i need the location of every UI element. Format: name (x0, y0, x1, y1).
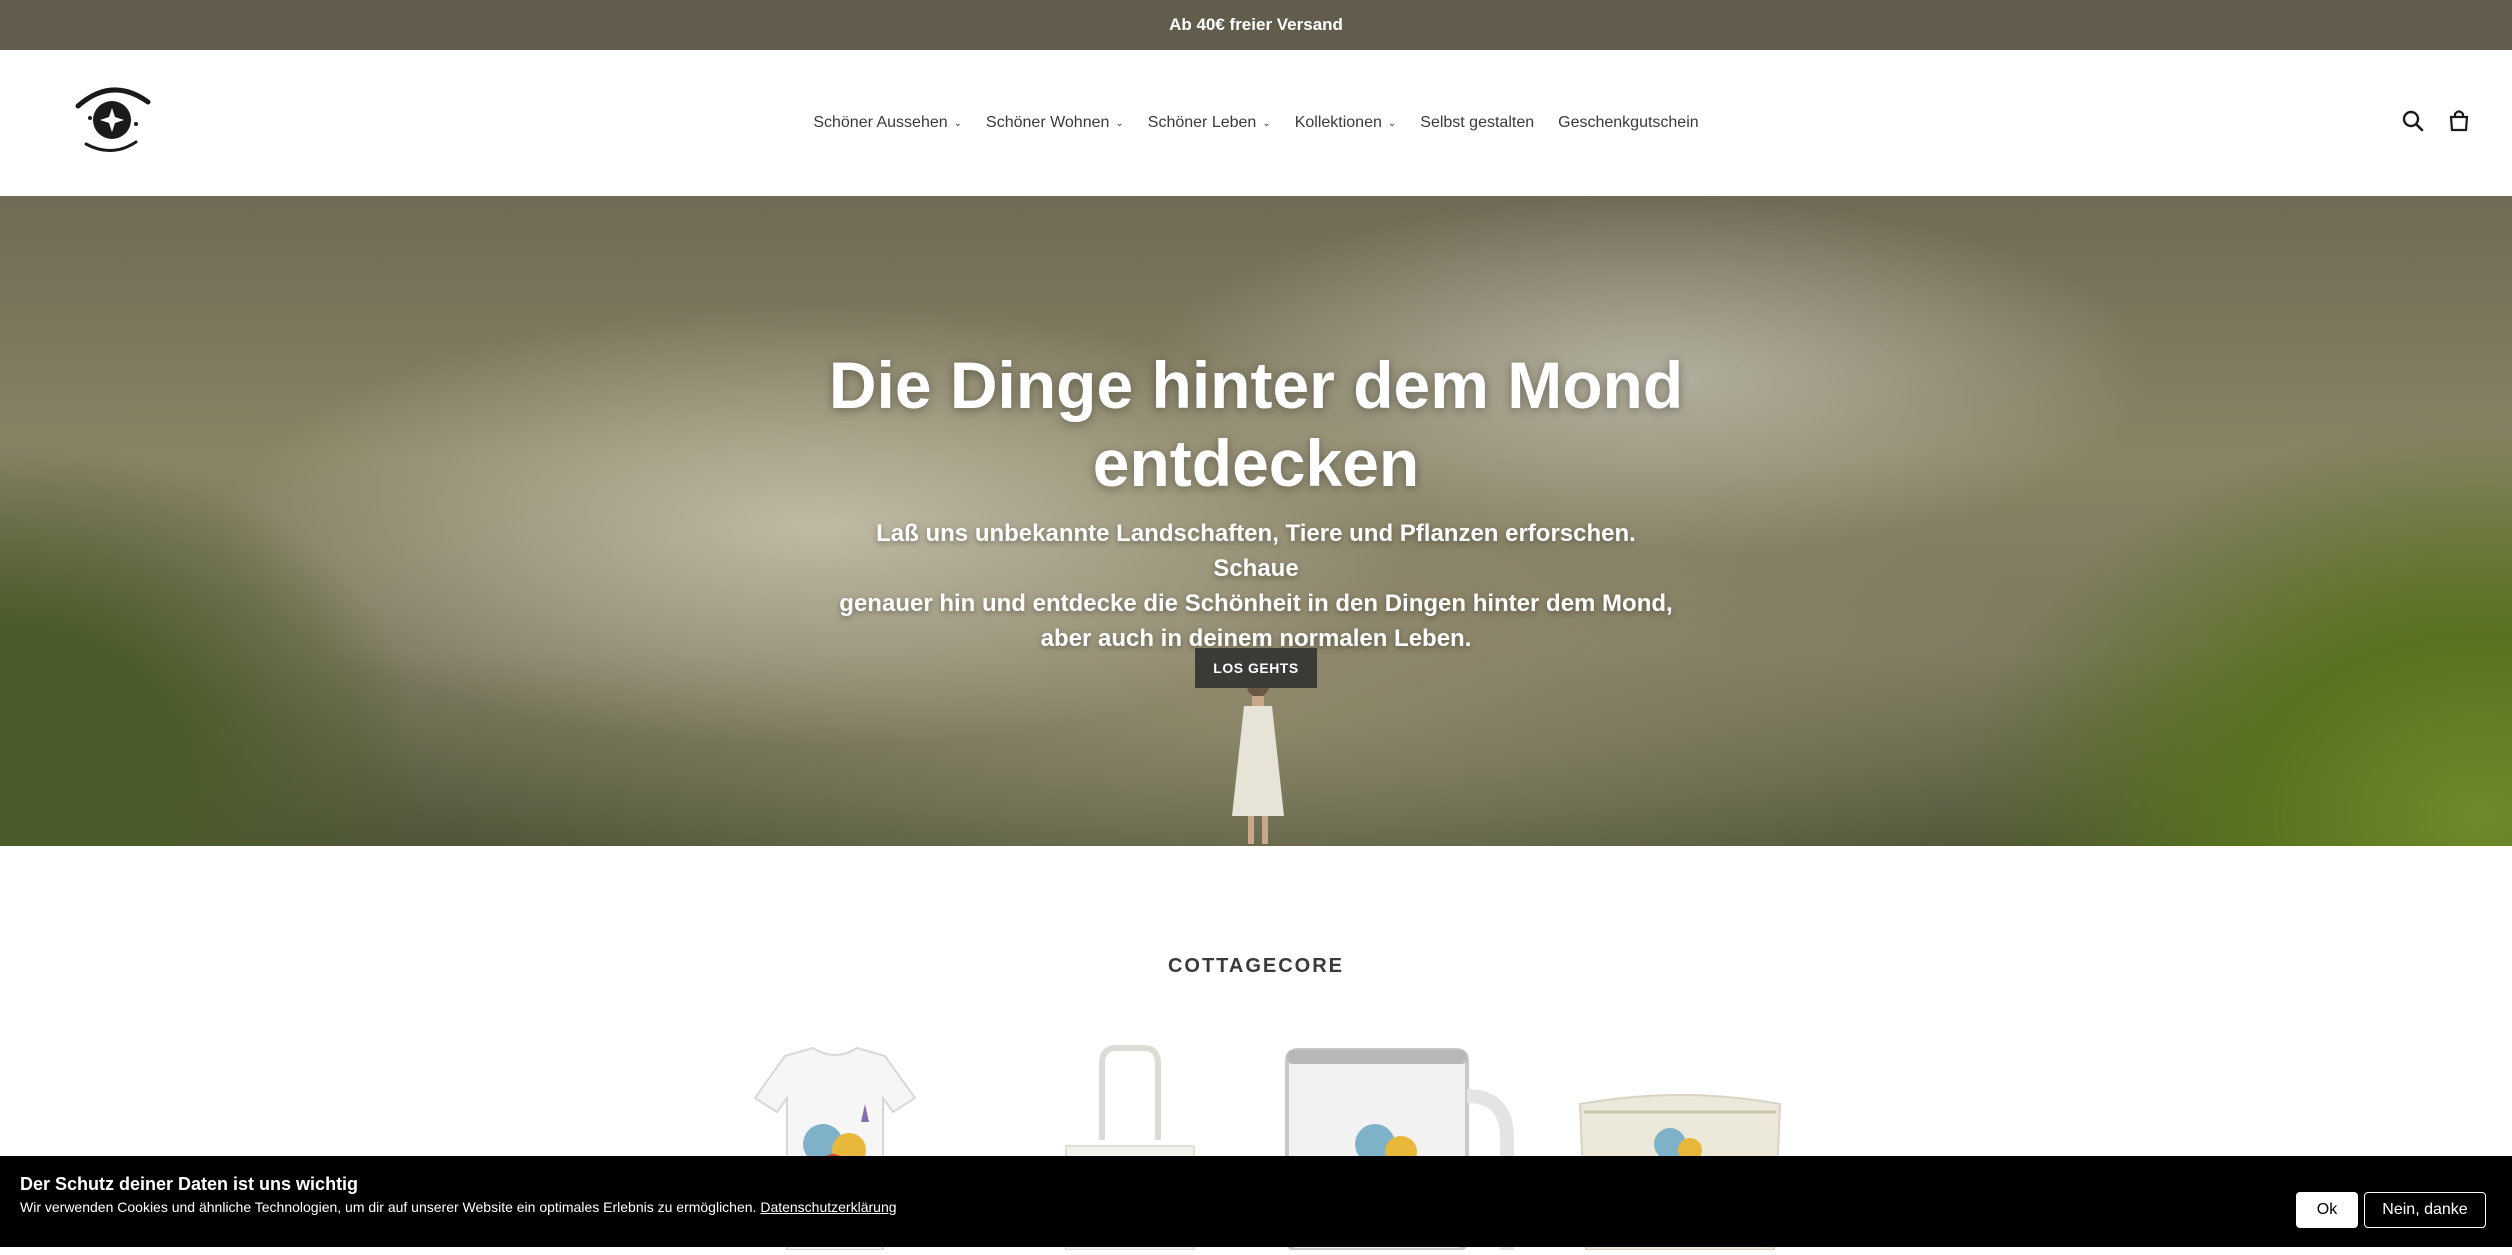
main-navigation: Schöner Aussehen ⌄ Schöner Wohnen ⌄ Schöne… (0, 50, 2512, 196)
cookie-text-row: Wir verwenden Cookies und ähnliche Techn… (20, 1199, 897, 1215)
cookie-title: Der Schutz deiner Daten ist uns wichtig (20, 1174, 359, 1194)
hero-title-line: entdecken (1092, 426, 1420, 500)
nav-item-schoener-wohnen[interactable]: Schöner Wohnen ⌄ (986, 114, 1124, 132)
nav-item-selbst-gestalten[interactable]: Selbst gestalten (1420, 114, 1534, 132)
hero-banner: Die Dinge hinter dem Mond entdecken Laß … (0, 196, 2512, 846)
hero-cta-button[interactable]: LOS GEHTS (1195, 648, 1317, 688)
collection-title: COTTAGECORE (1167, 955, 1345, 977)
hero-subtitle: Laß uns unbekannte Landschaften, Tiere u… (836, 516, 1676, 656)
privacy-policy-link[interactable]: Datenschutzerklärung (760, 1199, 896, 1215)
header-actions (2400, 108, 2472, 134)
hero-subtitle-line: genauer hin und entdecke die Schönheit i… (839, 590, 1673, 617)
woman-figure-illustration (1232, 675, 1284, 844)
cookie-accept-button[interactable]: Ok (2296, 1192, 2358, 1228)
cookie-decline-button[interactable]: Nein, danke (2364, 1192, 2486, 1228)
nav-label: Selbst gestalten (1420, 114, 1535, 131)
cookie-text: Wir verwenden Cookies und ähnliche Techn… (20, 1199, 757, 1215)
cookie-consent-banner: Der Schutz deiner Daten ist uns wichtig … (0, 1156, 2512, 1247)
nav-item-geschenkgutschein[interactable]: Geschenkgutschein (1558, 114, 1699, 132)
nav-item-schoener-aussehen[interactable]: Schöner Aussehen ⌄ (813, 114, 962, 132)
nav-item-kollektionen[interactable]: Kollektionen ⌄ (1295, 114, 1397, 132)
announcement-bar: Ab 40€ freier Versand (0, 0, 2512, 50)
nav-label: Schöner Aussehen (813, 114, 948, 131)
cart-icon[interactable] (2446, 108, 2472, 134)
chevron-down-icon: ⌄ (1115, 117, 1124, 129)
nav-label: Schöner Leben (1147, 114, 1257, 131)
site-header: Schöner Aussehen ⌄ Schöner Wohnen ⌄ Schöne… (0, 50, 2512, 197)
nav-label: Kollektionen (1294, 114, 1382, 131)
announcement-text: Ab 40€ freier Versand (1169, 15, 1343, 34)
search-icon[interactable] (2400, 108, 2426, 134)
chevron-down-icon: ⌄ (953, 117, 963, 129)
nav-label: Schöner Wohnen (986, 114, 1110, 131)
nav-label: Geschenkgutschein (1558, 114, 1699, 131)
nav-item-schoener-leben[interactable]: Schöner Leben ⌄ (1148, 114, 1271, 132)
chevron-down-icon: ⌄ (1387, 117, 1397, 129)
hero-title-line: Die Dinge hinter dem Mond (828, 348, 1684, 422)
chevron-down-icon: ⌄ (1262, 117, 1271, 129)
hero-subtitle-line: Laß uns unbekannte Landschaften, Tiere u… (876, 520, 1636, 582)
hero-title: Die Dinge hinter dem Mond entdecken (0, 346, 2512, 502)
